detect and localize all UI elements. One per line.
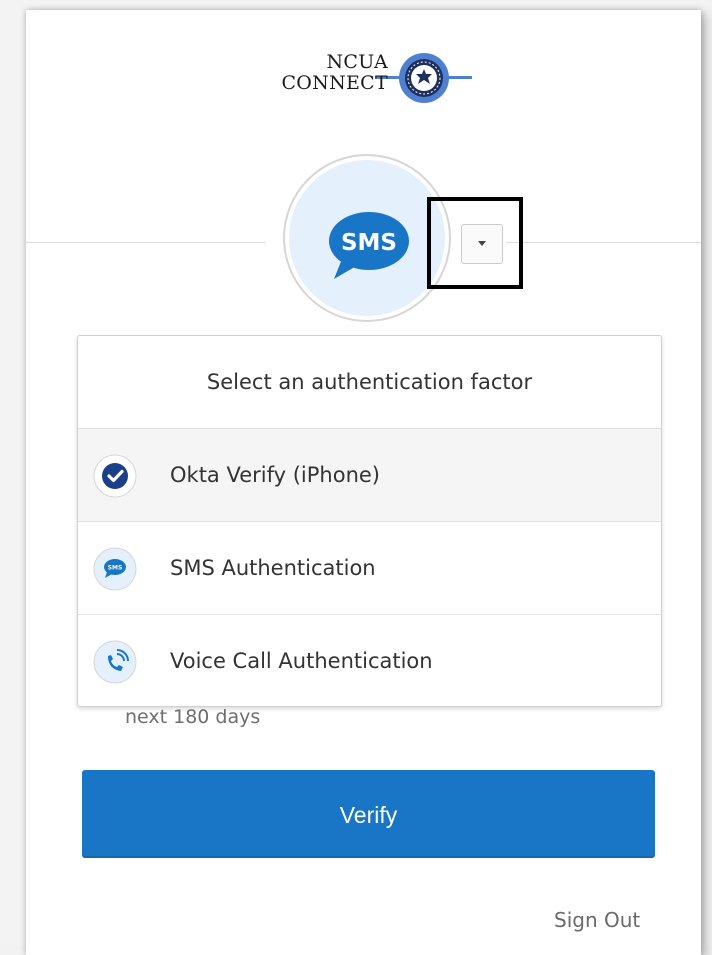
- divider-left: [26, 242, 266, 243]
- verify-button[interactable]: Verify: [82, 770, 655, 858]
- factor-icon-circle: SMS: [283, 154, 451, 322]
- menu-item-label: Okta Verify (iPhone): [170, 463, 380, 487]
- sms-bubble-icon: SMS: [329, 212, 409, 279]
- highlight-annotation-box: [427, 197, 523, 289]
- remember-device-note: next 180 days: [125, 706, 261, 728]
- logo-line1: NCUA: [326, 51, 388, 73]
- auth-card: NCUA CONNECT SMS Select an authenticatio…: [26, 10, 701, 955]
- page-background: NCUA CONNECT SMS Select an authenticatio…: [0, 0, 712, 955]
- factor-icon-background: SMS: [289, 160, 445, 316]
- logo-text: NCUA CONNECT: [258, 52, 388, 94]
- voice-call-icon: [93, 640, 137, 684]
- menu-item-label: Voice Call Authentication: [170, 649, 433, 673]
- menu-item-label: SMS Authentication: [170, 556, 376, 580]
- sms-icon-text: SMS: [341, 230, 397, 256]
- factor-dropdown-menu: Select an authentication factor Okta Ver…: [77, 335, 662, 707]
- dropdown-title: Select an authentication factor: [78, 336, 661, 429]
- sms-icon: SMS: [93, 547, 137, 591]
- divider-right: [506, 242, 701, 243]
- ncua-connect-logo: NCUA CONNECT: [258, 48, 488, 118]
- logo-line2: CONNECT: [281, 72, 388, 94]
- menu-item-voice-call[interactable]: Voice Call Authentication: [78, 615, 661, 707]
- sign-out-link[interactable]: Sign Out: [554, 908, 640, 932]
- menu-item-sms[interactable]: SMS SMS Authentication: [78, 522, 661, 615]
- ncua-seal-icon: [399, 53, 449, 103]
- svg-text:SMS: SMS: [108, 565, 123, 572]
- okta-verify-icon: [93, 454, 137, 498]
- menu-item-okta-verify[interactable]: Okta Verify (iPhone): [78, 429, 661, 522]
